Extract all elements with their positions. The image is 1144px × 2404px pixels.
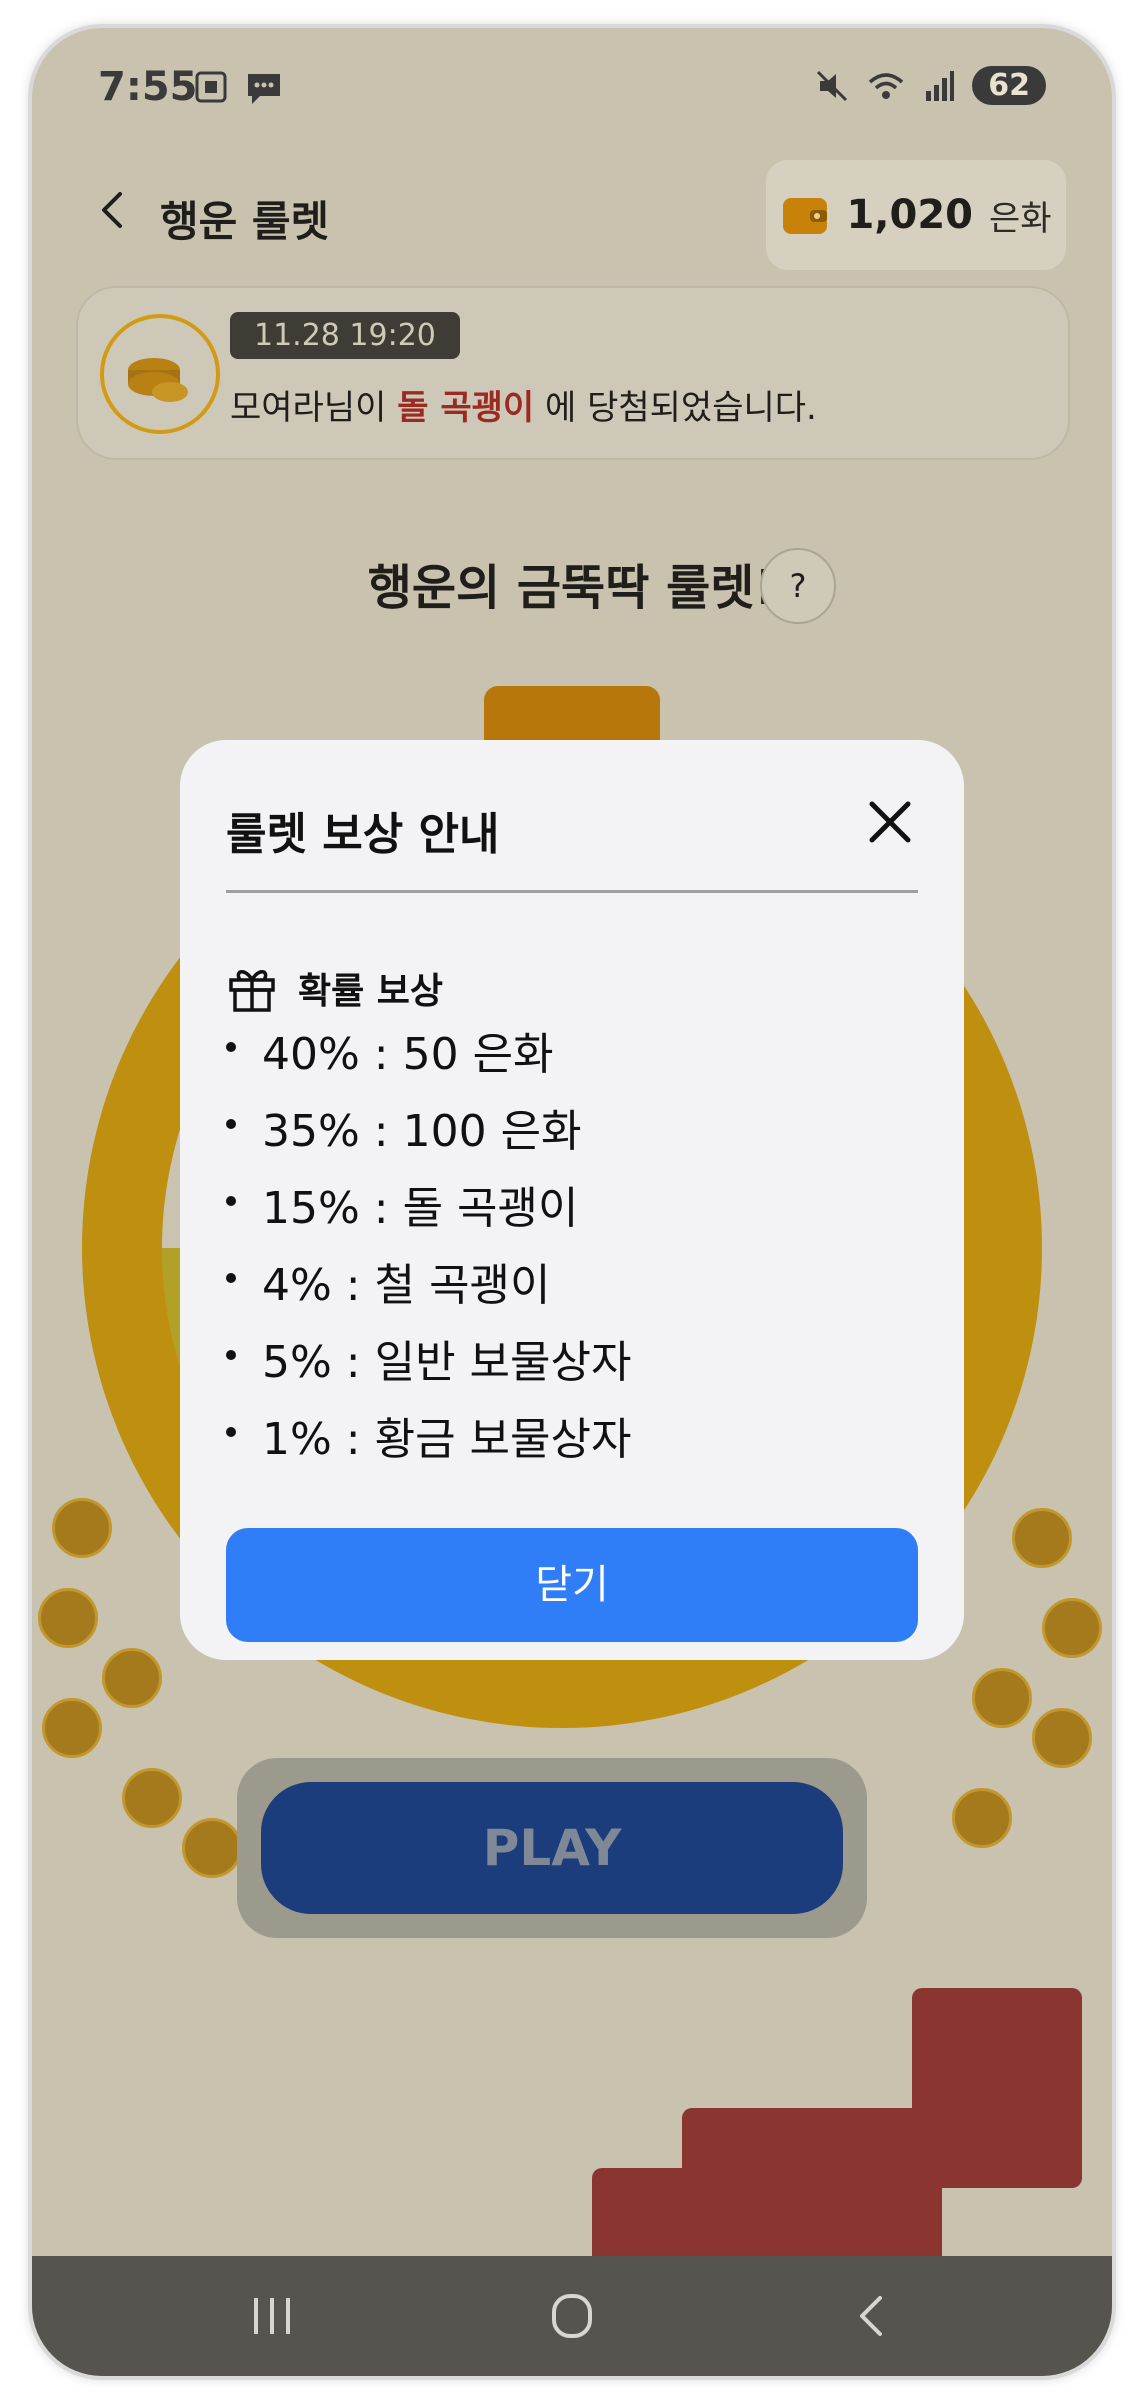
coin-decoration <box>42 1698 102 1758</box>
notice-time: 11.28 19:20 <box>230 312 460 359</box>
roulette-title-text: 행운의 금뚝딱 룰렛! <box>367 560 777 616</box>
balance-pill[interactable]: 1,020 은화 <box>766 160 1066 270</box>
battery-badge: 62 <box>972 66 1046 105</box>
reward-section-header: 확률 보상 <box>226 962 443 1014</box>
signal-icon <box>926 70 955 101</box>
coin-decoration <box>1042 1598 1102 1658</box>
coin-decoration <box>38 1588 98 1648</box>
reward-list: 40% : 50 은화 35% : 100 은화 15% : 돌 곡괭이 4% … <box>226 1016 631 1478</box>
coin-decoration <box>1032 1708 1092 1768</box>
help-button[interactable]: ? <box>760 548 836 624</box>
page-title: 행운 룰렛 <box>160 197 330 246</box>
modal-title: 룰렛 보상 안내 <box>226 809 500 860</box>
coin-decoration <box>972 1668 1032 1728</box>
close-icon[interactable] <box>860 792 920 852</box>
notice-suffix: 에 당첨되었습니다. <box>534 388 817 428</box>
wifi-icon <box>869 72 904 99</box>
status-bar: 7:55 62 <box>32 28 1112 148</box>
coin-decoration <box>122 1768 182 1828</box>
notice-prize: 돌 곡괭이 <box>397 388 535 428</box>
coin-decoration <box>952 1788 1012 1848</box>
reward-item: 4% : 철 곡괭이 <box>226 1247 631 1324</box>
reward-info-modal: 룰렛 보상 안내 확률 보상 40% : 50 은화 35% : 100 은화 … <box>180 740 964 1660</box>
notice-message: 모여라님이 돌 곡괭이 에 당첨되었습니다. <box>230 380 817 429</box>
reward-section-title: 확률 보상 <box>298 971 444 1012</box>
balance-amount: 1,020 <box>846 192 973 238</box>
coin-decoration <box>1012 1508 1072 1568</box>
home-icon[interactable] <box>532 2286 612 2346</box>
wallet-icon <box>783 198 828 234</box>
coin-decoration <box>52 1498 112 1558</box>
chat-icon <box>248 74 280 104</box>
coin-avatar <box>100 314 220 434</box>
coin-decoration <box>182 1818 242 1878</box>
recent-apps-icon[interactable] <box>232 2286 312 2346</box>
screenshot-icon <box>195 71 227 103</box>
play-button-frame: PLAY <box>237 1758 867 1938</box>
back-arrow-icon[interactable] <box>84 180 144 240</box>
reward-item: 15% : 돌 곡괭이 <box>226 1170 631 1247</box>
mute-icon <box>817 70 848 101</box>
system-nav-bar <box>32 2256 1112 2376</box>
coin-stack-icon <box>128 358 188 402</box>
gift-box-decoration <box>592 2168 692 2268</box>
play-button[interactable]: PLAY <box>261 1782 843 1914</box>
coin-decoration <box>102 1648 162 1708</box>
notice-user-text: 모여라님이 <box>230 388 398 428</box>
gift-box-decoration <box>682 2108 942 2268</box>
status-time: 7:55 <box>98 64 198 110</box>
reward-item: 35% : 100 은화 <box>226 1093 631 1170</box>
winner-notice: 11.28 19:20 모여라님이 돌 곡괭이 에 당첨되었습니다. <box>76 286 1070 460</box>
phone-screen: 7:55 62 행운 룰렛 1,020 은화 11.28 19:20 모여라님이… <box>32 28 1112 2376</box>
roulette-title: 행운의 금뚝딱 룰렛! <box>32 548 1112 618</box>
back-icon[interactable] <box>832 2286 912 2346</box>
app-header: 행운 룰렛 1,020 은화 <box>32 148 1112 278</box>
close-button[interactable]: 닫기 <box>226 1528 918 1642</box>
reward-item: 40% : 50 은화 <box>226 1016 631 1093</box>
balance-unit: 은화 <box>988 198 1052 239</box>
reward-item: 1% : 황금 보물상자 <box>226 1401 631 1478</box>
reward-item: 5% : 일반 보물상자 <box>226 1324 631 1401</box>
gift-icon <box>229 970 275 1012</box>
modal-divider <box>226 890 918 893</box>
